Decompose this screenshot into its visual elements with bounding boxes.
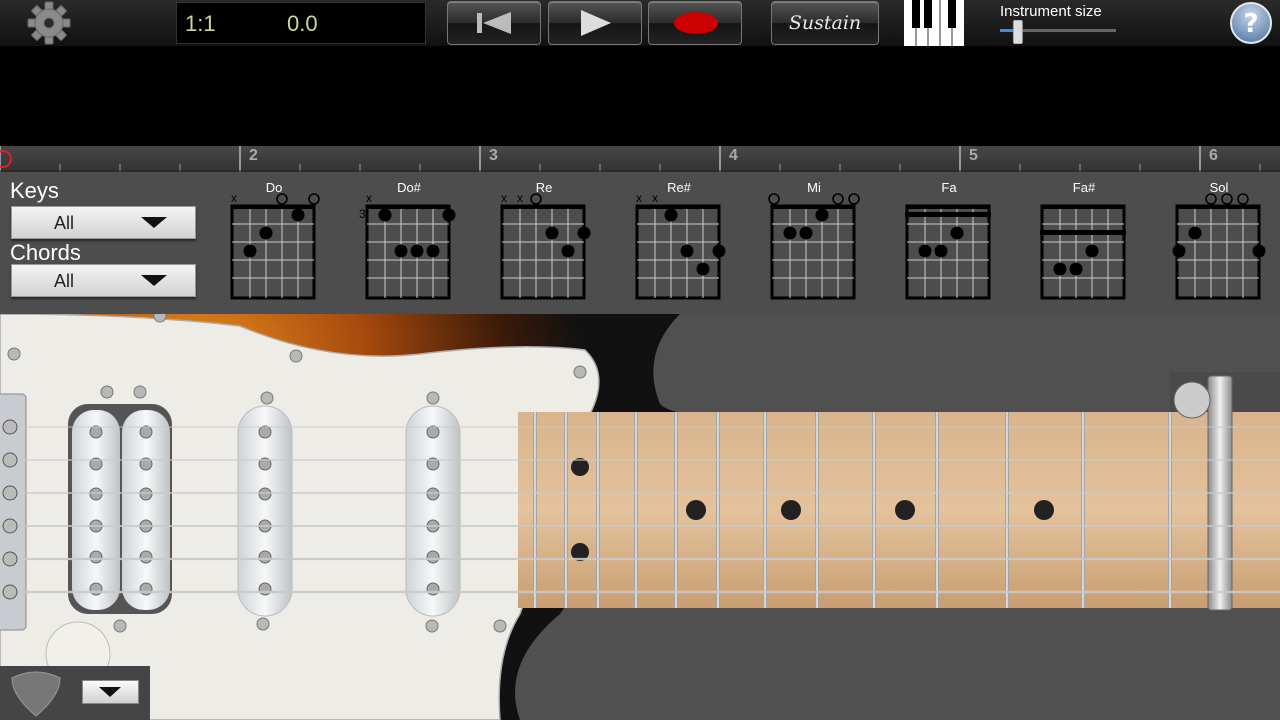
gear-icon <box>27 1 71 45</box>
humbucker-pickup <box>68 404 172 614</box>
svg-text:?: ? <box>1243 9 1258 39</box>
chord-diagram-mi[interactable]: Mi <box>768 180 860 300</box>
svg-text:x: x <box>231 191 237 205</box>
instrument-size-slider[interactable] <box>998 19 1118 45</box>
chord-diagram-fa-sharp[interactable]: Fa# <box>1040 180 1126 300</box>
help-button[interactable]: ? <box>1224 1 1278 45</box>
play-button[interactable] <box>548 1 642 45</box>
sustain-button[interactable]: Sustain <box>771 1 879 45</box>
chord-name: Sol <box>1210 180 1229 195</box>
timeline-ruler[interactable]: 2 3 4 5 6 <box>0 146 1280 172</box>
svg-text:x: x <box>366 191 372 205</box>
position-readout: 1:1 <box>185 11 216 36</box>
help-icon: ? <box>1230 2 1272 44</box>
measure-number: 5 <box>969 147 978 164</box>
chevron-down-icon <box>99 687 121 697</box>
svg-text:x: x <box>652 191 658 205</box>
record-icon <box>674 12 718 34</box>
guitar-pick-icon[interactable] <box>4 666 74 720</box>
chord-name: Mi <box>807 180 821 195</box>
svg-text:x: x <box>636 191 642 205</box>
chord-diagram-fa[interactable]: Fa <box>905 180 991 300</box>
settings-button[interactable] <box>14 1 84 45</box>
measure-number: 3 <box>489 147 498 164</box>
measure-number: 2 <box>249 147 258 164</box>
chord-name: Fa# <box>1073 180 1096 195</box>
instrument-size-label: Instrument size <box>1000 3 1102 20</box>
svg-text:x: x <box>501 191 507 205</box>
chord-diagram-do[interactable]: Do x <box>230 180 320 300</box>
rewind-button[interactable] <box>447 1 541 45</box>
chord-diagram-re-sharp[interactable]: Re# xx <box>635 180 726 300</box>
chord-name: Do <box>266 180 283 195</box>
guitar-instrument[interactable] <box>0 314 1280 720</box>
top-toolbar: 1:1 0.0 Sustain Instrument size ? <box>0 0 1280 46</box>
measure-number: 6 <box>1209 147 1218 164</box>
fret-position-label: 3 <box>359 207 366 221</box>
skip-back-icon <box>477 12 511 34</box>
play-icon <box>581 10 611 36</box>
tempo-readout: 0.0 <box>287 11 318 36</box>
measure-number: 4 <box>729 147 738 164</box>
svg-text:x: x <box>517 191 523 205</box>
chord-name: Re# <box>667 180 692 195</box>
chord-diagram-sol[interactable]: Sol <box>1172 180 1266 300</box>
pick-dropdown[interactable] <box>82 680 139 704</box>
record-button[interactable] <box>648 1 742 45</box>
chord-panel: Keys All Chords All Do x Do# 3 x Re xx R… <box>0 172 1280 314</box>
chord-name: Do# <box>397 180 422 195</box>
piano-button[interactable] <box>904 0 964 46</box>
chord-name: Re <box>536 180 553 195</box>
position-display: 1:1 0.0 <box>176 2 426 44</box>
piano-keys-icon <box>904 0 964 46</box>
chord-name: Fa <box>941 180 957 195</box>
chord-diagram-do-sharp[interactable]: Do# 3 x <box>359 180 456 300</box>
chord-diagram-re[interactable]: Re xx <box>500 180 591 300</box>
